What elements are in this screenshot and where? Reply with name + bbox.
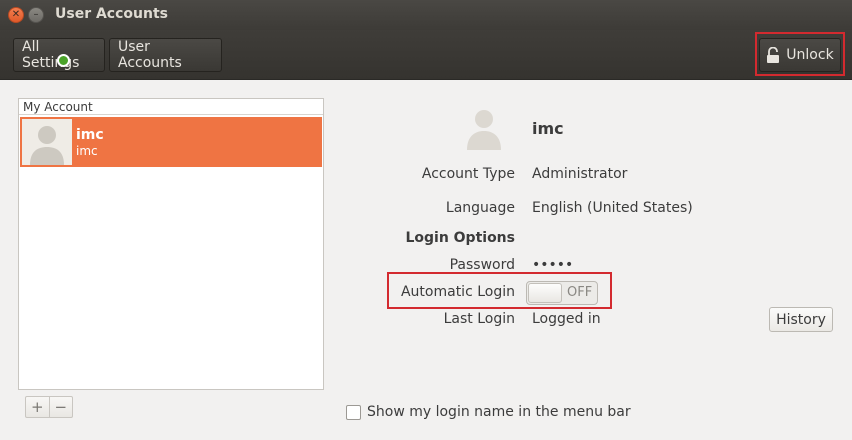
password-value[interactable]: ••••• — [532, 257, 573, 273]
user-full-name[interactable]: imc — [532, 119, 564, 138]
show-login-name-checkbox[interactable] — [346, 405, 361, 420]
title-bar: ✕ – User Accounts — [0, 0, 852, 30]
close-icon[interactable]: ✕ — [8, 7, 24, 23]
online-status-icon — [57, 54, 70, 67]
unlock-button[interactable]: Unlock — [759, 38, 841, 72]
password-label: Password — [449, 257, 515, 273]
language-value[interactable]: English (United States) — [532, 200, 693, 216]
minimize-icon[interactable]: – — [28, 7, 44, 23]
unlock-label: Unlock — [786, 47, 834, 63]
toggle-knob — [528, 283, 562, 303]
add-user-button[interactable]: + — [26, 397, 50, 417]
account-type-label: Account Type — [421, 166, 515, 182]
history-button[interactable]: History — [769, 307, 833, 332]
add-remove-buttons: + − — [25, 396, 73, 418]
user-accounts-button[interactable]: User Accounts — [109, 38, 222, 72]
user-avatar-icon — [467, 110, 501, 150]
account-name: imc — [76, 127, 104, 143]
user-avatar-icon — [30, 126, 64, 165]
last-login-value: Logged in — [532, 311, 601, 327]
accounts-list: My Account imc imc — [18, 98, 324, 390]
avatar — [22, 119, 72, 165]
language-label: Language — [445, 200, 515, 216]
toolbar: All Settings User Accounts — [0, 30, 852, 80]
account-list-item[interactable]: imc imc — [20, 117, 322, 167]
lock-open-icon — [767, 46, 780, 63]
my-account-header: My Account — [19, 99, 323, 115]
remove-user-button[interactable]: − — [50, 397, 73, 417]
show-login-name-label[interactable]: Show my login name in the menu bar — [367, 404, 631, 420]
automatic-login-toggle[interactable]: OFF — [526, 281, 598, 305]
automatic-login-label: Automatic Login — [400, 284, 515, 300]
toggle-state: OFF — [567, 285, 593, 300]
user-avatar-button[interactable] — [463, 106, 505, 150]
account-username: imc — [76, 144, 98, 158]
last-login-label: Last Login — [443, 311, 515, 327]
window-title: User Accounts — [55, 6, 168, 22]
account-type-value[interactable]: Administrator — [532, 166, 627, 182]
login-options-heading: Login Options — [405, 230, 515, 246]
